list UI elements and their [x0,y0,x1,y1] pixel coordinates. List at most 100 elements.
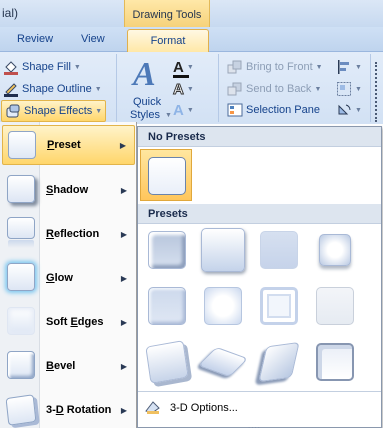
bring-to-front-button[interactable]: Bring to Front ▼ [227,57,323,77]
tab-review[interactable]: Review [17,33,53,45]
rotate-icon [336,102,352,118]
reflection-thumbnail-icon [7,217,35,239]
chevron-down-icon: ▼ [186,63,194,71]
drawing-tools-context-group: Drawing Tools [124,0,210,27]
preset-gallery: No Presets Presets 3-D Options... .... [137,126,382,428]
chevron-down-icon: ▼ [355,63,362,71]
preset-option-2[interactable] [197,224,249,276]
no-presets-header-label: No Presets [148,131,206,143]
presets-header-label: Presets [148,208,188,220]
preset-1-square-icon [148,231,186,269]
preset-5-square-icon [148,287,186,325]
group-objects-button[interactable]: ▼ [336,79,362,99]
tab-format[interactable]: Format [127,29,209,53]
no-presets-header: No Presets [138,127,381,147]
shape-outline-button[interactable]: Shape Outline ▼ [3,79,102,99]
preset-3-square-icon [260,231,298,269]
preset-thumbnail-icon [8,131,36,159]
soft-edges-thumbnail-icon [7,307,35,335]
preset-option-6[interactable] [197,280,249,332]
presets-header: Presets [138,204,381,224]
text-outline-button[interactable]: A ▼ [173,79,194,99]
menu-item-preset[interactable]: Preset ▶ [2,125,135,165]
text-effects-icon: A [173,101,184,119]
3d-options-item[interactable]: 3-D Options... .... [138,391,381,428]
chevron-down-icon: ▼ [186,106,194,114]
preset-option-10[interactable] [197,336,249,388]
shape-fill-label: Shape Fill [22,61,71,73]
menu-item-bevel[interactable]: Bevel ▶ [2,346,135,386]
group-separator [370,54,371,122]
paint-bucket-icon [3,59,19,75]
menu-item-soft-edges[interactable]: Soft Edges ▶ [2,302,135,342]
quick-styles-label-2: Styles [130,109,160,121]
text-fill-button[interactable]: A ▼ [173,57,194,77]
shape-effects-button[interactable]: Shape Effects ▼ [1,100,107,122]
preset-option-1[interactable] [141,224,193,276]
bring-to-front-label: Bring to Front [246,61,313,73]
context-group-label: Drawing Tools [132,9,202,21]
menu-item-label: Shadow [46,184,89,196]
preset-option-9[interactable] [141,336,193,388]
menu-item-shadow[interactable]: Shadow ▶ [2,170,135,210]
menu-item-label: Soft Edges [46,316,104,328]
menu-item-label: 3-D Rotation [46,404,112,416]
send-to-back-icon [227,81,243,97]
chevron-down-icon: ▼ [355,106,362,114]
group-separator [116,54,117,122]
chevron-down-icon: ▼ [73,63,81,71]
preset-option-12[interactable] [309,336,361,388]
shape-effects-menu: Preset ▶ Shadow ▶ Reflection ▶ Glow ▶ So… [0,122,137,428]
shape-fill-button[interactable]: Shape Fill ▼ [3,57,81,77]
selection-pane-icon [227,102,243,118]
menu-item-reflection[interactable]: Reflection ▶ [2,214,135,254]
tab-view[interactable]: View [81,33,105,45]
menu-item-label: Reflection [46,228,100,240]
text-fill-icon: A [173,58,184,76]
glow-thumbnail-icon [7,263,35,291]
preset-option-5[interactable] [141,280,193,332]
chevron-down-icon: ▼ [355,85,362,93]
preset-10-square-icon [197,346,249,378]
selection-pane-button[interactable]: Selection Pane [227,100,320,120]
preset-12-square-icon [316,343,354,381]
3d-rotation-thumbnail-icon [5,394,37,426]
no-preset-option[interactable] [140,149,192,201]
preset-option-8[interactable] [309,280,361,332]
chevron-right-icon: ▶ [120,317,127,327]
preset-7-square-icon [260,287,298,325]
preset-option-4[interactable] [309,224,361,276]
quick-styles-button[interactable]: A Quick Styles ▼ [124,56,174,122]
send-to-back-label: Send to Back [246,83,312,95]
text-fill-color-swatch [173,75,189,78]
menu-item-3d-rotation[interactable]: 3-D Rotation ▶ [2,390,135,428]
chevron-down-icon: ▼ [186,85,194,93]
chevron-right-icon: ▶ [120,361,127,371]
selection-pane-label: Selection Pane [246,104,320,116]
preset-9-square-icon [145,340,189,384]
chevron-right-icon: ▶ [120,273,127,283]
chevron-down-icon: ▼ [165,112,172,119]
preset-6-square-icon [204,287,242,325]
text-outline-icon: A [173,80,185,98]
no-preset-square-icon [148,157,186,195]
preset-option-3[interactable] [253,224,305,276]
send-to-back-button[interactable]: Send to Back ▼ [227,79,321,99]
align-icon [336,59,352,75]
text-effects-button[interactable]: A ▼ [173,100,194,120]
preset-8-square-icon [316,287,354,325]
chevron-down-icon: ▼ [95,107,103,115]
chevron-down-icon: ▼ [94,85,102,93]
resize-grip[interactable]: .... [248,421,261,428]
preset-11-square-icon [258,341,300,383]
menu-item-label: Preset [47,139,81,151]
rotate-button[interactable]: ▼ [336,100,362,120]
preset-option-7[interactable] [253,280,305,332]
align-button[interactable]: ▼ [336,57,362,77]
bring-to-front-icon [227,59,243,75]
shape-effects-label: Shape Effects [24,105,93,117]
preset-option-11[interactable] [253,336,305,388]
quick-styles-a-icon: A [133,56,156,93]
window-title-fragment: ial) [2,6,19,20]
menu-item-glow[interactable]: Glow ▶ [2,258,135,298]
